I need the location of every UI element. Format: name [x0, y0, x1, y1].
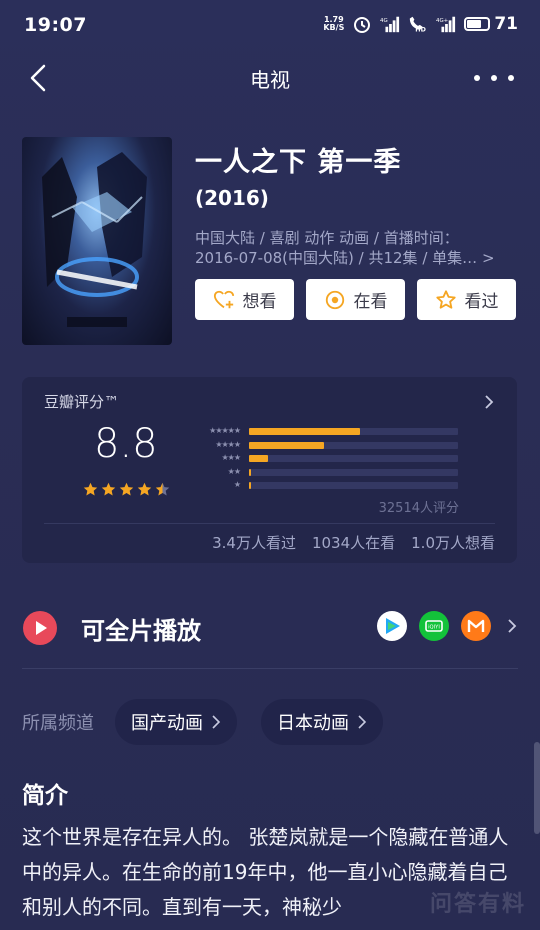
platform-list: iQIYI [377, 611, 517, 641]
rating-bar-row: ★★★★★ [188, 425, 458, 439]
divider [22, 668, 518, 669]
iqiyi-icon[interactable]: iQIYI [419, 611, 449, 641]
network-speed: 1.79 KB/S [323, 15, 345, 32]
scroll-indicator[interactable] [534, 742, 540, 834]
rating-bar-stars: ★ [233, 480, 241, 489]
rating-bar-row: ★ [188, 479, 458, 493]
star-outline-icon [435, 289, 456, 309]
channel-label: 所属频道 [22, 713, 94, 734]
more-options-icon[interactable] [474, 64, 514, 92]
rating-bar-fill [249, 428, 360, 435]
action-buttons: 想看 在看 看过 [195, 279, 516, 320]
rating-bar-track [249, 482, 458, 489]
heart-plus-icon [213, 290, 234, 308]
rating-stars [82, 481, 171, 498]
rating-bar-stars: ★★★★ [215, 439, 241, 449]
chevron-right-icon [212, 715, 221, 729]
svg-text:4G+: 4G+ [436, 18, 448, 24]
rating-bar-track [249, 468, 458, 476]
rating-bar-row: ★★ [188, 466, 458, 480]
rating-stats: 3.4万人看过 1034人在看 1.0万人想看 [212, 532, 495, 553]
intro-title: 简介 [22, 783, 68, 809]
rating-bar-fill [249, 455, 268, 462]
rating-bar-stars: ★★★★★ [209, 426, 241, 435]
page-title: 电视 [250, 68, 290, 92]
want-count[interactable]: 1.0万人想看 [411, 532, 495, 553]
watched-button[interactable]: 看过 [417, 279, 516, 320]
rating-bar-row: ★★★★ [188, 439, 458, 453]
rating-bar-fill [249, 482, 252, 489]
hd-call-icon: HD [410, 16, 427, 33]
rating-label: 豆瓣评分™ [44, 393, 120, 411]
status-icons: 1.79 KB/S 4G HD 4G+ 71 [323, 14, 518, 34]
watching-count[interactable]: 1034人在看 [312, 532, 395, 553]
watched-count[interactable]: 3.4万人看过 [212, 532, 296, 553]
rating-bar-track [249, 428, 458, 435]
status-time: 19:07 [24, 14, 87, 36]
divider [44, 523, 495, 524]
status-bar: 19:07 1.79 KB/S 4G HD 4G+ 71 [0, 0, 540, 52]
meta-more-chevron: > [481, 249, 495, 267]
star-icon [137, 482, 152, 496]
poster-artwork [42, 152, 147, 327]
alarm-icon [354, 17, 371, 33]
watching-button[interactable]: 在看 [306, 279, 405, 320]
star-icon [155, 482, 170, 496]
rating-distribution: ★★★★★ ★★★★ ★★★ ★★ ★ [188, 425, 458, 493]
watermark: 问答有料 [429, 892, 526, 917]
svg-text:HD: HD [416, 26, 427, 33]
play-label: 可全片播放 [81, 617, 201, 645]
rating-bar-stars: ★★★ [221, 453, 240, 462]
rating-bar-fill [249, 468, 252, 476]
want-to-watch-button[interactable]: 想看 [195, 279, 294, 320]
rating-score: 8.8 [94, 421, 158, 467]
battery-level: 71 [494, 14, 518, 34]
poster-image[interactable] [22, 137, 172, 345]
play-row[interactable]: 可全片播放 iQIYI [22, 600, 517, 656]
rating-card[interactable]: 豆瓣评分™ 8.8 ★★★★★ ★★★★ ★★★ ★★ ★ 32514人评分 3.4万人… [22, 377, 517, 563]
rating-bar-fill [249, 441, 325, 449]
channel-chip-domestic-animation[interactable]: 国产动画 [115, 699, 237, 745]
channel-chip-japanese-animation[interactable]: 日本动画 [261, 699, 383, 745]
tencent-video-icon[interactable] [377, 611, 407, 641]
show-year: (2016) [195, 186, 269, 210]
mango-tv-icon[interactable] [461, 611, 491, 641]
chevron-right-icon[interactable] [507, 618, 517, 634]
play-icon [23, 611, 57, 645]
star-icon [119, 482, 134, 496]
rating-count: 32514人评分 [378, 501, 459, 516]
rating-bar-row: ★★★ [188, 452, 458, 466]
battery-icon [464, 17, 491, 31]
nav-bar: 电视 [0, 52, 540, 104]
signal-4g-plus-icon: 4G+ [436, 16, 456, 33]
rating-bar-stars: ★★ [227, 466, 241, 476]
show-title: 一人之下 第一季 [195, 147, 402, 178]
chevron-right-icon[interactable] [483, 393, 495, 411]
chevron-right-icon [358, 715, 367, 729]
rating-bar-track [249, 441, 458, 449]
star-icon [101, 482, 116, 496]
rating-bar-track [249, 455, 458, 462]
star-icon [83, 482, 98, 496]
battery-indicator: 71 [464, 14, 518, 34]
signal-4g-icon: 4G [380, 16, 400, 33]
show-meta-line-1: 中国大陆 / 喜剧 动作 动画 / 首播时间： [195, 229, 459, 247]
svg-text:iQIYI: iQIYI [428, 625, 440, 631]
show-meta-line-2[interactable]: 2016-07-08(中国大陆) / 共12集 / 单集… > [195, 247, 495, 268]
target-icon [325, 290, 344, 309]
svg-text:4G: 4G [380, 18, 388, 24]
